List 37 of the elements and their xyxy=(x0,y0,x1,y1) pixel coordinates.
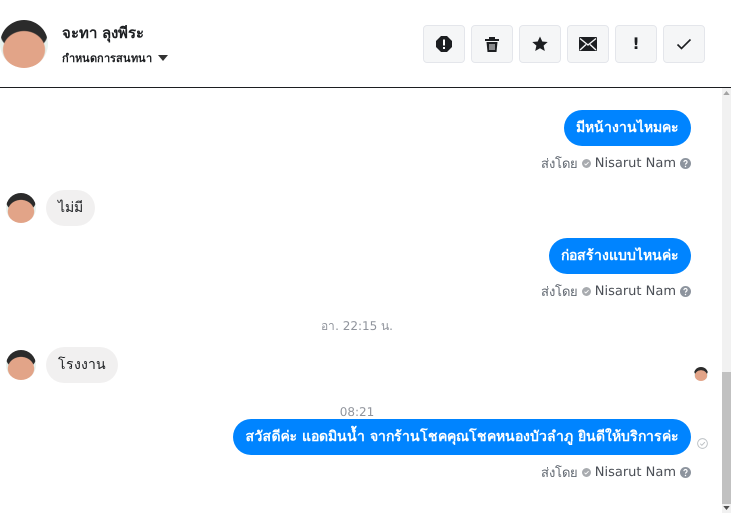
contact-name: จะทา ลุงพีระ xyxy=(62,22,146,44)
scrollbar[interactable] xyxy=(722,88,731,513)
help-icon[interactable] xyxy=(680,158,691,169)
contact-avatar xyxy=(6,193,36,223)
scroll-down-arrow-icon[interactable] xyxy=(723,506,730,510)
mail-button[interactable] xyxy=(567,24,609,62)
envelope-icon xyxy=(579,36,597,50)
outgoing-message: ก่อสร้างแบบไหนค่ะ xyxy=(549,238,691,274)
incoming-message: ไม่มี xyxy=(46,190,95,226)
trash-icon xyxy=(484,36,500,52)
star-button[interactable] xyxy=(519,24,561,62)
verified-icon xyxy=(582,159,591,168)
timestamp: อา. 22:15 น. xyxy=(321,318,393,335)
sender-link[interactable]: Nisarut Nam xyxy=(594,465,676,480)
sender-link[interactable]: Nisarut Nam xyxy=(594,156,676,171)
spam-button[interactable] xyxy=(423,24,465,62)
conversation-settings-dropdown[interactable]: กำหนดการสนทนา xyxy=(62,48,168,66)
verified-icon xyxy=(582,287,591,296)
incoming-message: โรงงาน xyxy=(46,347,118,383)
done-button[interactable] xyxy=(663,24,705,62)
verified-icon xyxy=(582,468,591,477)
help-icon[interactable] xyxy=(680,286,691,297)
contact-avatar xyxy=(0,20,48,68)
outgoing-message: มีหน้างานไหมคะ xyxy=(564,110,691,146)
outgoing-message: สวัสดีค่ะ แอดมินน้ำ จากร้านโชคคุณโชคหนองบัวลำภู ยินดีให้บริการค่ะ xyxy=(233,419,691,455)
help-icon[interactable] xyxy=(680,467,691,478)
star-icon xyxy=(532,36,548,52)
sent-by-label: ส่งโดย xyxy=(540,464,578,483)
sent-by-label: ส่งโดย xyxy=(540,155,578,174)
delete-button[interactable] xyxy=(471,24,513,62)
contact-avatar xyxy=(6,350,36,380)
important-button[interactable]: ! xyxy=(615,24,657,62)
sent-by-label: ส่งโดย xyxy=(540,283,578,302)
caret-icon xyxy=(158,54,168,60)
sender-link[interactable]: Nisarut Nam xyxy=(594,284,676,299)
octagon-alert-icon xyxy=(436,36,452,52)
timestamp: 08:21 xyxy=(340,405,374,419)
